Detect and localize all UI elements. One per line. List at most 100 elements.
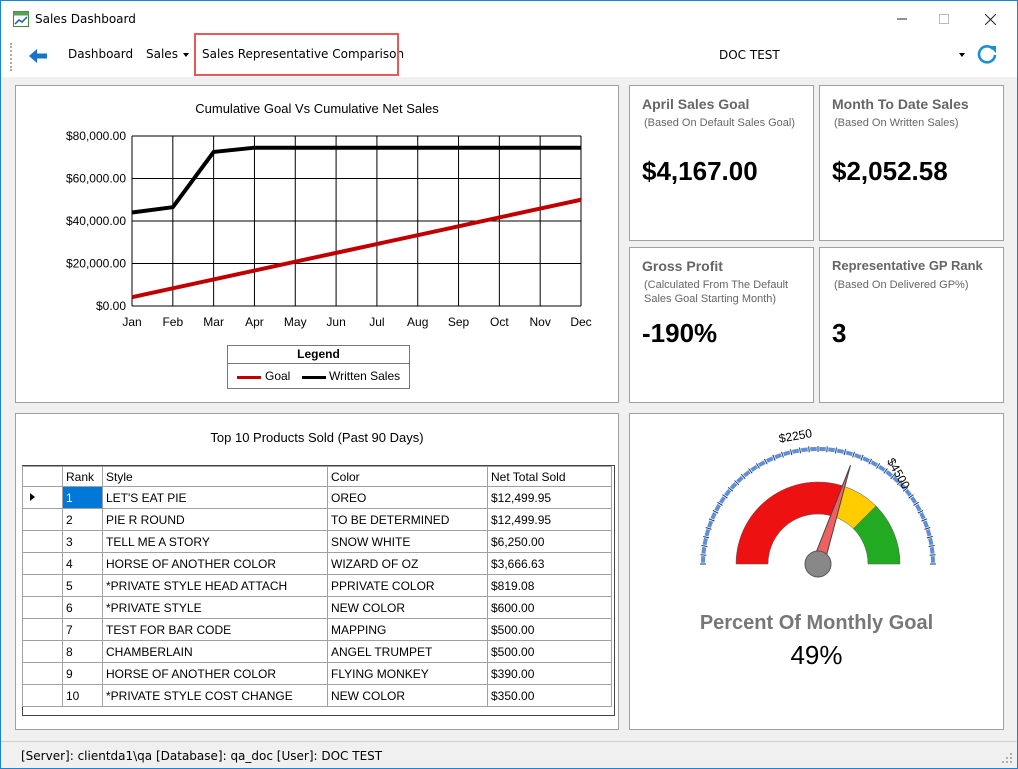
dashboard-menu[interactable]: Dashboard [68, 47, 133, 61]
cell-color[interactable]: NEW COLOR [327, 684, 488, 707]
row-header[interactable] [22, 508, 63, 531]
row-header[interactable] [22, 640, 63, 663]
cell-style[interactable]: HORSE OF ANOTHER COLOR [102, 662, 328, 685]
monthly-goal-gauge-panel: $2250 $4500 Percent Of Monthly Goal 49% [629, 413, 1004, 730]
cell-style[interactable]: *PRIVATE STYLE [102, 596, 328, 619]
gauge-label: Percent Of Monthly Goal [699, 612, 934, 634]
row-header[interactable] [22, 552, 63, 575]
x-tick-label: Oct [490, 315, 509, 329]
maximize-button[interactable] [921, 1, 967, 37]
table-row[interactable]: 2 PIE R ROUND TO BE DETERMINED $12,499.95 [22, 508, 612, 531]
cell-net-total[interactable]: $350.00 [487, 684, 612, 707]
row-header[interactable] [22, 530, 63, 553]
cell-net-total[interactable]: $3,666.63 [487, 552, 612, 575]
window-title: Sales Dashboard [35, 12, 136, 26]
y-tick-label: $60,000.00 [66, 172, 126, 186]
cell-style[interactable]: TEST FOR BAR CODE [102, 618, 328, 641]
cell-net-total[interactable]: $6,250.00 [487, 530, 612, 553]
kpi-title: Month To Date Sales [832, 96, 969, 112]
y-tick-label: $80,000.00 [66, 129, 126, 143]
table-row[interactable]: 6 *PRIVATE STYLE NEW COLOR $600.00 [22, 596, 612, 619]
table-row[interactable]: 1 LET'S EAT PIE OREO $12,499.95 [22, 486, 612, 509]
cell-style[interactable]: *PRIVATE STYLE HEAD ATTACH [102, 574, 328, 597]
cell-rank[interactable]: 7 [62, 618, 103, 641]
table-row[interactable]: 8 CHAMBERLAIN ANGEL TRUMPET $500.00 [22, 640, 612, 663]
sales-menu[interactable]: Sales [146, 47, 178, 61]
back-arrow-icon[interactable] [27, 45, 49, 67]
cell-rank[interactable]: 8 [62, 640, 103, 663]
row-header[interactable] [22, 596, 63, 619]
cell-style[interactable]: HORSE OF ANOTHER COLOR [102, 552, 328, 575]
row-header[interactable] [22, 662, 63, 685]
cell-net-total[interactable]: $12,499.95 [487, 486, 612, 509]
row-header[interactable] [22, 574, 63, 597]
column-header-style[interactable]: Style [102, 466, 328, 487]
maximize-icon [939, 14, 949, 24]
cell-rank[interactable]: 2 [62, 508, 103, 531]
chart-legend: Legend Goal Written Sales [227, 345, 410, 389]
cell-net-total[interactable]: $12,499.95 [487, 508, 612, 531]
cell-color[interactable]: OREO [327, 486, 488, 509]
minimize-button[interactable] [879, 1, 925, 37]
cell-rank[interactable]: 10 [62, 684, 103, 707]
column-header-color[interactable]: Color [327, 466, 488, 487]
x-tick-label: Mar [203, 315, 224, 329]
sales-dropdown-caret-icon[interactable] [183, 53, 189, 57]
cell-color[interactable]: FLYING MONKEY [327, 662, 488, 685]
cell-color[interactable]: TO BE DETERMINED [327, 508, 488, 531]
cell-rank[interactable]: 4 [62, 552, 103, 575]
column-header-rank[interactable]: Rank [62, 466, 103, 487]
rep-select[interactable]: DOC TEST [715, 45, 971, 65]
legend-goal-swatch [237, 376, 261, 379]
cell-style[interactable]: *PRIVATE STYLE COST CHANGE [102, 684, 328, 707]
cell-color[interactable]: PPRIVATE COLOR [327, 574, 488, 597]
kpi-subtitle: (Based On Delivered GP%) [834, 279, 969, 291]
cell-rank[interactable]: 6 [62, 596, 103, 619]
x-tick-label: Jul [369, 315, 384, 329]
cell-style[interactable]: PIE R ROUND [102, 508, 328, 531]
x-tick-label: Feb [162, 315, 183, 329]
table-row[interactable]: 10 *PRIVATE STYLE COST CHANGE NEW COLOR $35… [22, 684, 612, 707]
cell-style[interactable]: CHAMBERLAIN [102, 640, 328, 663]
x-tick-label: Nov [530, 315, 551, 329]
cell-rank[interactable]: 1 [62, 486, 103, 509]
cell-net-total[interactable]: $500.00 [487, 618, 612, 641]
row-header[interactable] [22, 684, 63, 707]
cell-net-total[interactable]: $819.08 [487, 574, 612, 597]
cell-color[interactable]: ANGEL TRUMPET [327, 640, 488, 663]
kpi-title: Gross Profit [642, 258, 723, 274]
legend-goal-label: Goal [265, 369, 291, 383]
products-grid[interactable]: Rank Style Color Net Total Sold 1 LET'S E… [22, 466, 612, 707]
cell-net-total[interactable]: $600.00 [487, 596, 612, 619]
table-row[interactable]: 7 TEST FOR BAR CODE MAPPING $500.00 [22, 618, 612, 641]
cell-rank[interactable]: 9 [62, 662, 103, 685]
row-header[interactable] [22, 486, 63, 509]
close-button[interactable] [967, 1, 1013, 37]
table-row[interactable]: 4 HORSE OF ANOTHER COLOR WIZARD OF OZ $3,66… [22, 552, 612, 575]
cell-color[interactable]: NEW COLOR [327, 596, 488, 619]
refresh-icon[interactable] [976, 43, 998, 65]
cell-rank[interactable]: 3 [62, 530, 103, 553]
cell-net-total[interactable]: $390.00 [487, 662, 612, 685]
x-tick-label: May [284, 315, 307, 329]
cell-style[interactable]: LET'S EAT PIE [102, 486, 328, 509]
table-row[interactable]: 5 *PRIVATE STYLE HEAD ATTACH PPRIVATE COLO… [22, 574, 612, 597]
app-window: Sales Dashboard Dashboard Sales Sales Re… [0, 0, 1018, 769]
table-row[interactable]: 3 TELL ME A STORY SNOW WHITE $6,250.00 [22, 530, 612, 553]
kpi-title: Representative GP Rank [832, 258, 983, 273]
cumulative-chart-panel: Cumulative Goal Vs Cumulative Net Sales … [15, 85, 619, 403]
cell-color[interactable]: WIZARD OF OZ [327, 552, 488, 575]
kpi-value: -190% [642, 318, 718, 348]
april-sales-goal-card: April Sales Goal (Based On Default Sales… [629, 85, 814, 241]
resize-grip-icon[interactable] [1001, 752, 1013, 764]
cell-style[interactable]: TELL ME A STORY [102, 530, 328, 553]
cell-net-total[interactable]: $500.00 [487, 640, 612, 663]
row-header[interactable] [22, 618, 63, 641]
cell-color[interactable]: SNOW WHITE [327, 530, 488, 553]
x-tick-label: Aug [407, 315, 428, 329]
table-row[interactable]: 9 HORSE OF ANOTHER COLOR FLYING MONKEY $390… [22, 662, 612, 685]
column-header-net-total[interactable]: Net Total Sold [487, 466, 612, 487]
gauge-value: 49% [790, 640, 843, 670]
cell-color[interactable]: MAPPING [327, 618, 488, 641]
cell-rank[interactable]: 5 [62, 574, 103, 597]
